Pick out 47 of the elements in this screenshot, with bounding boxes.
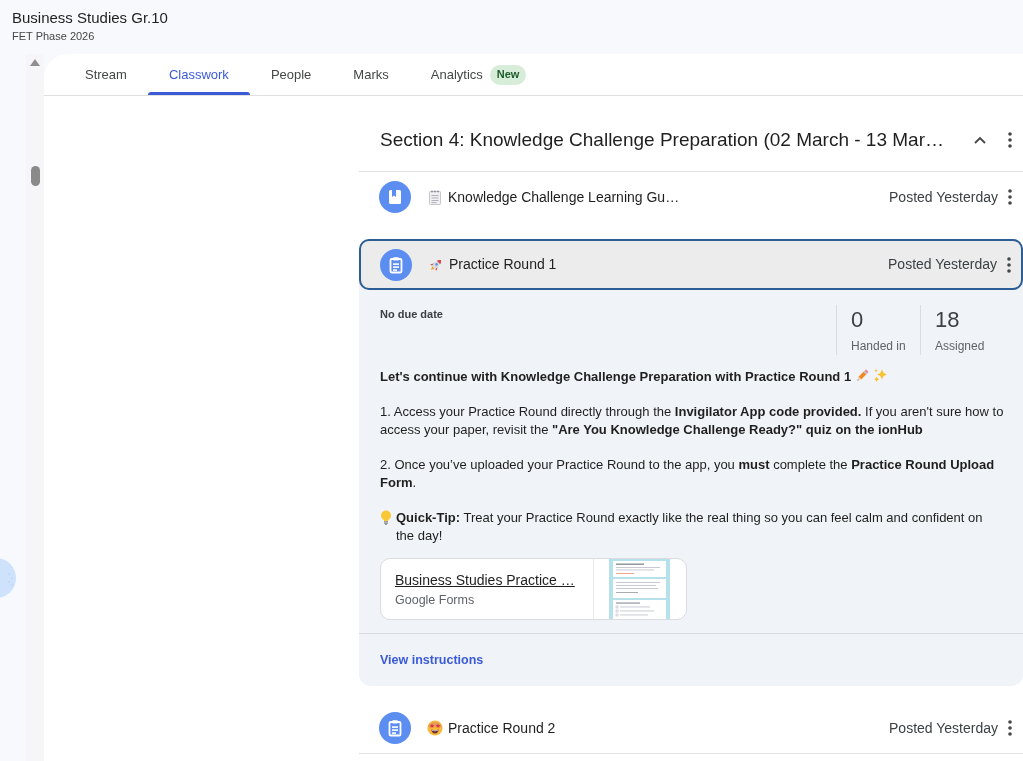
description-text: 2. Once you’ve uploaded your Practice Round to the app, you must complete the Practice Round Upload Form. — [380, 457, 995, 490]
nav-tab[interactable]: Analytics New — [409, 54, 548, 95]
classwork-item[interactable]: Practice Round 2 Posted Yesterday — [359, 703, 1023, 753]
scrollbar-thumb[interactable] — [30, 166, 40, 186]
collapse-chevron-icon[interactable] — [974, 136, 986, 144]
clipboard-icon — [380, 248, 412, 281]
section-title: Section 4: Knowledge Challenge Preparation (02 March - 13 Mar… — [380, 127, 945, 152]
nav-tab[interactable]: Stream — [64, 54, 148, 95]
nav-tab[interactable]: People — [249, 54, 333, 95]
new-badge: New — [489, 64, 527, 85]
more-options-icon[interactable] — [1007, 256, 1011, 273]
item-title: Knowledge Challenge Learning Gu… — [448, 187, 681, 207]
star-eyes-face-icon — [427, 720, 443, 736]
form-preview-thumbnail — [609, 559, 670, 619]
notepad-icon — [429, 189, 441, 205]
attachment-title: Business Studies Practice … — [395, 571, 576, 589]
nav-tab[interactable]: Marks — [332, 54, 410, 95]
more-options-icon[interactable] — [1008, 720, 1012, 736]
stat-label: Assigned — [935, 338, 986, 354]
stat-value: 0 — [851, 307, 865, 333]
sparkles-icon — [873, 368, 889, 383]
posted-date: Posted Yesterday — [888, 255, 997, 274]
posted-date: Posted Yesterday — [889, 718, 998, 738]
course-subtitle: FET Phase 2026 — [12, 30, 96, 43]
more-options-icon[interactable] — [1008, 132, 1012, 148]
clipboard-icon — [379, 712, 411, 744]
stat-label: Handed in — [851, 338, 907, 354]
book-icon — [379, 181, 411, 213]
nav-tab[interactable]: Classwork — [147, 54, 250, 95]
attachment-card[interactable]: Business Studies Practice … Google Forms — [380, 558, 687, 620]
course-title: Business Studies Gr.10 — [12, 9, 169, 27]
item-title: Practice Round 1 — [449, 255, 558, 274]
description-heading: Let's continue with Knowledge Challenge Preparation with Practice Round 1 — [380, 369, 852, 384]
classwork-item[interactable]: Knowledge Challenge Learning Gu… Posted Yesterday — [359, 172, 1023, 222]
due-date-text: No due date — [380, 307, 443, 322]
posted-date: Posted Yesterday — [889, 187, 998, 207]
lightbulb-icon — [380, 510, 392, 525]
scroll-up-arrow-icon[interactable] — [30, 59, 40, 66]
item-title: Practice Round 2 — [448, 718, 557, 738]
tip-text: Quick-Tip: Treat your Practice Round exactly like the real thing so you can feel calm and confident on the day! — [396, 509, 984, 545]
pencil-icon — [855, 368, 871, 383]
more-options-icon[interactable] — [1008, 189, 1012, 205]
stat-value: 18 — [935, 307, 961, 333]
view-instructions-link[interactable]: View instructions — [380, 650, 484, 670]
classwork-item[interactable]: Practice Round 1 Posted Yesterday — [359, 239, 1023, 290]
attachment-source: Google Forms — [395, 592, 476, 608]
description-text: 1. Access your Practice Round directly through the Invigilator App code provided. If you aren't sure how to access your paper, revisit the "Are You Knowledge Challenge Ready?" quiz on the ionHub — [380, 404, 1004, 437]
